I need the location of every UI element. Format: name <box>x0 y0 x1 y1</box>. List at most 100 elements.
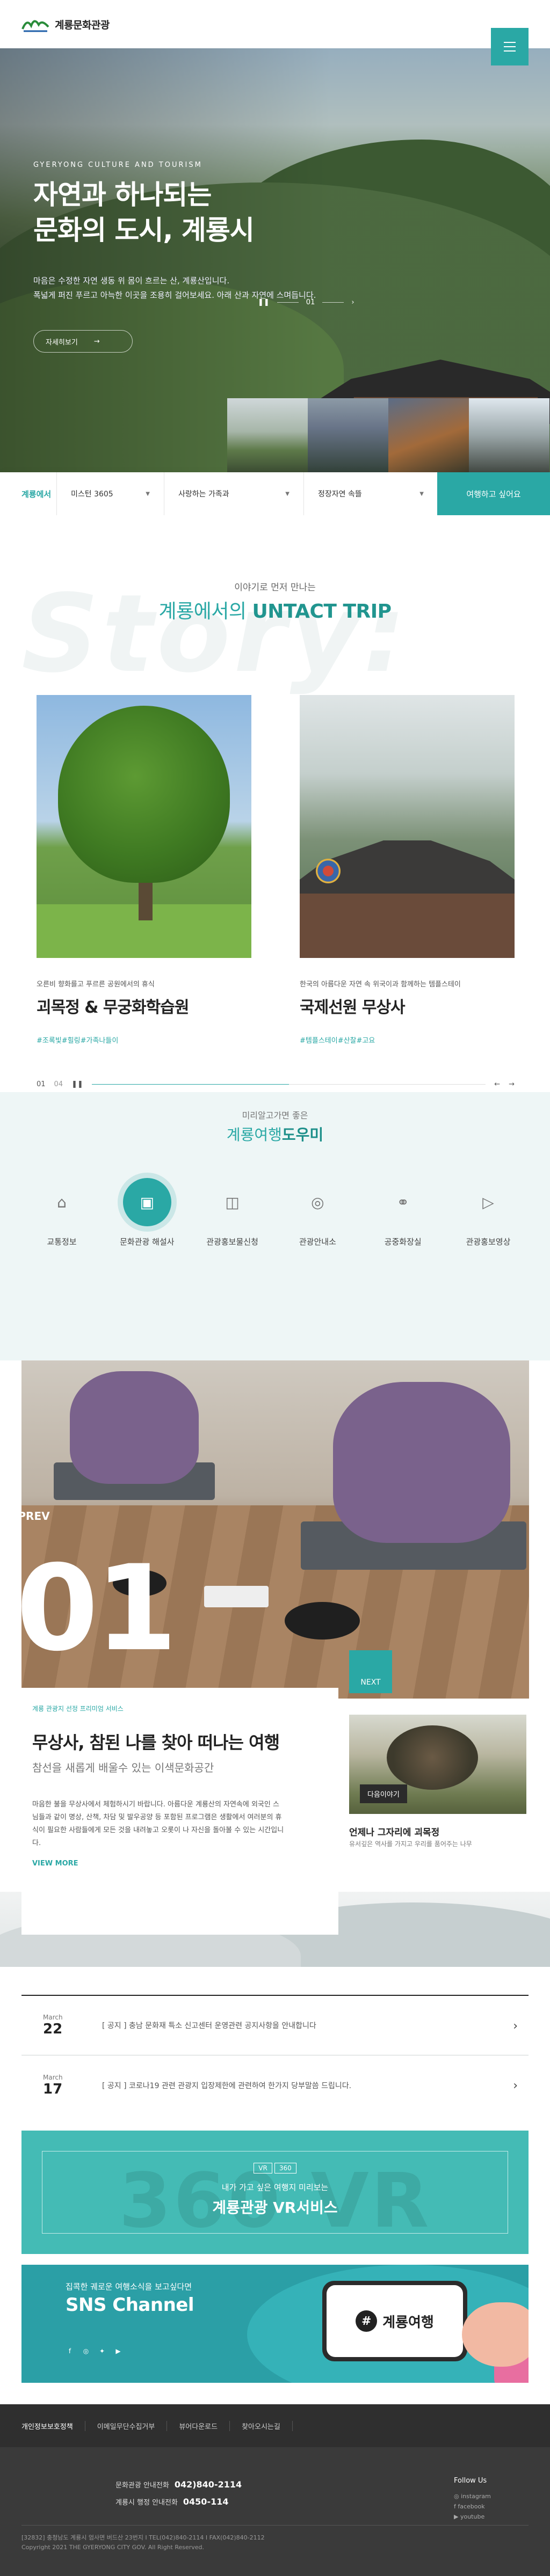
footer-phone-admin: 계룡시 행정 안내전화 0450-114 <box>115 2497 229 2507</box>
story-pager: 01 04 ❚❚ ← → <box>37 1079 515 1089</box>
travel-helper-section: 미리알고가면 좋은 계룡여행도우미 ⌂ 교통정보 ▣ 문화관광 해설사 ◫ 관광… <box>0 1092 550 1360</box>
helper-item-brochure[interactable]: ◫ 관광홍보물신청 <box>192 1178 273 1247</box>
untact-trip-section: Story: 이야기로 먼저 만나는 계룡에서의 UNTACT TRIP 오른비… <box>0 515 550 1159</box>
gamepad-icon: ⌂ <box>57 1193 67 1211</box>
map-icon: ◫ <box>225 1193 240 1211</box>
instagram-icon[interactable]: ◎ <box>82 2347 90 2355</box>
footer-nav: 개인정보보호정책 이메일무단수집거부 뷰어다운로드 찾아오시는길 <box>0 2404 550 2447</box>
search-submit-button[interactable]: 여행하고 싶어요 <box>437 472 550 515</box>
restroom-icon: ⚭ <box>396 1193 409 1211</box>
story-card-image <box>300 695 515 958</box>
untact-title: 계룡에서의 UNTACT TRIP <box>158 601 392 623</box>
story-card-caption: 오른비 향화를고 푸르른 공원에서의 휴식 <box>37 980 155 989</box>
pager-progress <box>91 1084 486 1085</box>
sns-icon-row: f ◎ ✦ ▶ <box>66 2347 122 2355</box>
hero-thumb[interactable] <box>227 398 308 472</box>
footer-copyright: Copyright 2021 THE GYERYONG CITY GOV. Al… <box>21 2544 205 2551</box>
hero-thumb[interactable] <box>469 398 549 472</box>
sns-title: SNS Channel <box>66 2294 194 2316</box>
facebook-link[interactable]: f facebook <box>454 2501 491 2512</box>
helper-item-traffic[interactable]: ⌂ 교통정보 <box>21 1178 102 1247</box>
sns-pretitle: 집콕한 궤로운 여행소식을 보고싶다면 <box>66 2282 192 2292</box>
logo-mark-icon <box>21 15 49 33</box>
arrow-right-icon: → <box>93 337 100 346</box>
vr-service-banner[interactable]: 360 VR VR 360 내가 가고 싶은 여행지 미리보는 계룡관광 VR서… <box>21 2131 529 2254</box>
search-label: 계룡에서 <box>21 489 52 499</box>
vr-subtitle: 내가 가고 싶은 여행지 미리보는 <box>221 2183 329 2192</box>
instagram-link[interactable]: ◎ instagram <box>454 2491 491 2501</box>
chevron-down-icon: ▼ <box>285 491 290 497</box>
story-card-title: 국제선원 무상사 <box>300 998 406 1017</box>
facebook-icon[interactable]: f <box>66 2347 74 2355</box>
next-story-title[interactable]: 언제나 그자리에 괴목정 <box>349 1825 439 1838</box>
logo-text: 계룡문화관광 <box>55 19 110 31</box>
chevron-right-icon: › <box>513 2079 518 2092</box>
hamburger-menu-icon[interactable] <box>491 28 529 65</box>
featured-story-desc: 마음한 불을 무상사에서 체험하시기 바랍니다. 아름다운 계룡산의 자연속에 … <box>32 1801 284 1847</box>
location-icon: ◎ <box>311 1193 324 1211</box>
youtube-icon[interactable]: ▶ <box>114 2347 122 2355</box>
pause-icon[interactable]: ❚❚ <box>71 1080 83 1088</box>
page: 계룡문화관광 GYERYONG CULTURE AND TOURISM 자연과 … <box>0 0 550 2576</box>
helper-item-video[interactable]: ▷ 관광홍보영상 <box>448 1178 529 1247</box>
pause-icon[interactable]: ❚❚ <box>258 298 270 306</box>
story-card[interactable]: 오른비 향화를고 푸르른 공원에서의 휴식 괴목정 & 무궁화학습원 #조록빛#… <box>37 695 251 1045</box>
site-header: 계룡문화관광 <box>0 0 550 65</box>
chevron-right-icon: › <box>513 2019 518 2033</box>
arrow-left-icon[interactable]: ← <box>494 1080 500 1088</box>
view-more-link[interactable]: VIEW MORE <box>32 1860 328 1868</box>
arrow-right-icon[interactable]: → <box>509 1080 515 1088</box>
story-card-tags: #조록빛#힐링#가족나들이 <box>37 1037 119 1045</box>
footer-link-email[interactable]: 이메일무단수집거부 <box>97 2420 168 2431</box>
notice-text: [ 공지 ] 코로나19 관련 관광지 입장제한에 관련하여 한가지 당부말씀 … <box>102 2081 352 2090</box>
hashtag-icon: # <box>356 2310 378 2332</box>
search-select-1[interactable]: 미스턴 3605 ▼ <box>56 472 164 515</box>
video-icon: ▷ <box>482 1193 494 1211</box>
youtube-link[interactable]: ▶ youtube <box>454 2512 491 2522</box>
sns-channel-banner: 집콕한 궤로운 여행소식을 보고싶다면 SNS Channel f ◎ ✦ ▶ … <box>21 2265 529 2383</box>
hero-thumb[interactable] <box>308 398 388 472</box>
phone-illustration: # 계룡여행 <box>322 2281 467 2361</box>
notice-date: March 22 <box>43 2014 63 2037</box>
pager-total: 04 <box>54 1080 63 1088</box>
featured-story-text: 계룡 관광지 선정 프리미엄 서비스 무상사, 참된 나를 찾아 떠나는 여행 … <box>21 1688 338 1935</box>
notice-item[interactable]: March 17 [ 공지 ] 코로나19 관련 관광지 입장제한에 관련하여 … <box>21 2055 529 2115</box>
twitter-icon[interactable]: ✦ <box>98 2347 106 2355</box>
featured-story-section: ◀ PREV 01 계룡 관광지 선정 프리미엄 서비스 무상사, 참된 나를 … <box>0 1360 550 1967</box>
hero-section: GYERYONG CULTURE AND TOURISM 자연과 하나되는 문화… <box>0 48 550 472</box>
hero-title: 자연과 하나되는 문화의 도시, 계룡시 <box>33 179 255 246</box>
hero-slide-controls: ❚❚ 01 › <box>258 298 354 306</box>
helper-item-restroom[interactable]: ⚭ 공중화장실 <box>363 1178 443 1247</box>
helper-items: ⌂ 교통정보 ▣ 문화관광 해설사 ◫ 관광홍보물신청 ◎ 관광안내소 ⚭ 공중… <box>21 1178 529 1247</box>
trip-search-bar: 계룡에서 미스턴 3605 ▼ 사랑하는 가족과 ▼ 정장자연 속뜰 ▼ 여행하고 싶… <box>0 472 550 515</box>
site-footer: 문화관광 안내전화 042)840-2114 계룡시 행정 안내전화 0450-11… <box>0 2447 550 2576</box>
hero-thumb[interactable] <box>388 398 469 472</box>
footer-address: [32832] 충청남도 계룡시 엄사면 버드산 23번지 I TEL(042)… <box>21 2534 265 2541</box>
footer-link-privacy[interactable]: 개인정보보호정책 <box>21 2420 85 2431</box>
notice-item[interactable]: March 22 [ 공지 ] 충남 문화재 특소 신고센터 운영관련 공지사항… <box>21 1995 529 2055</box>
footer-link-viewer[interactable]: 뷰어다운로드 <box>179 2420 230 2431</box>
search-select-3[interactable]: 정장자연 속뜰 ▼ <box>303 472 438 515</box>
footer-link-directions[interactable]: 찾아오시는길 <box>242 2420 293 2431</box>
helper-item-guide[interactable]: ▣ 문화관광 해설사 <box>107 1178 187 1247</box>
notice-text: [ 공지 ] 충남 문화재 특소 신고센터 운영관련 공지사항을 안내합니다 <box>102 2022 316 2030</box>
story-card[interactable]: 한국의 아름다운 자연 속 위국이과 함께하는 템플스테이 국제선원 무상사 #… <box>300 695 515 1045</box>
notice-date: March 17 <box>43 2073 63 2097</box>
next-button[interactable]: NEXT <box>349 1650 392 1693</box>
hero-more-button[interactable]: 자세히보기 → <box>33 330 133 353</box>
slide-next-icon[interactable]: › <box>351 298 354 306</box>
site-logo[interactable]: 계룡문화관광 <box>21 15 110 33</box>
next-story-subtitle: 유서깊은 역사를 가지고 우리를 품어주는 나무 <box>349 1840 472 1848</box>
chat-screen-icon: ▣ <box>122 1178 171 1226</box>
story-card-caption: 한국의 아름다운 자연 속 위국이과 함께하는 템플스테이 <box>300 980 461 989</box>
slide-number: 01 <box>306 298 315 306</box>
hero-thumbnails <box>227 398 549 472</box>
story-card-tags: #템플스테이#산찰#고요 <box>300 1037 375 1045</box>
prev-button[interactable]: ◀ PREV <box>6 1510 50 1523</box>
helper-item-info-center[interactable]: ◎ 관광안내소 <box>277 1178 358 1247</box>
arrow-left-icon: ◀ <box>6 1510 15 1523</box>
story-card-image <box>37 695 251 958</box>
search-select-2[interactable]: 사랑하는 가족과 ▼ <box>164 472 303 515</box>
footer-social-links: ◎ instagram f facebook ▶ youtube <box>454 2491 491 2522</box>
chevron-down-icon: ▼ <box>419 491 424 497</box>
